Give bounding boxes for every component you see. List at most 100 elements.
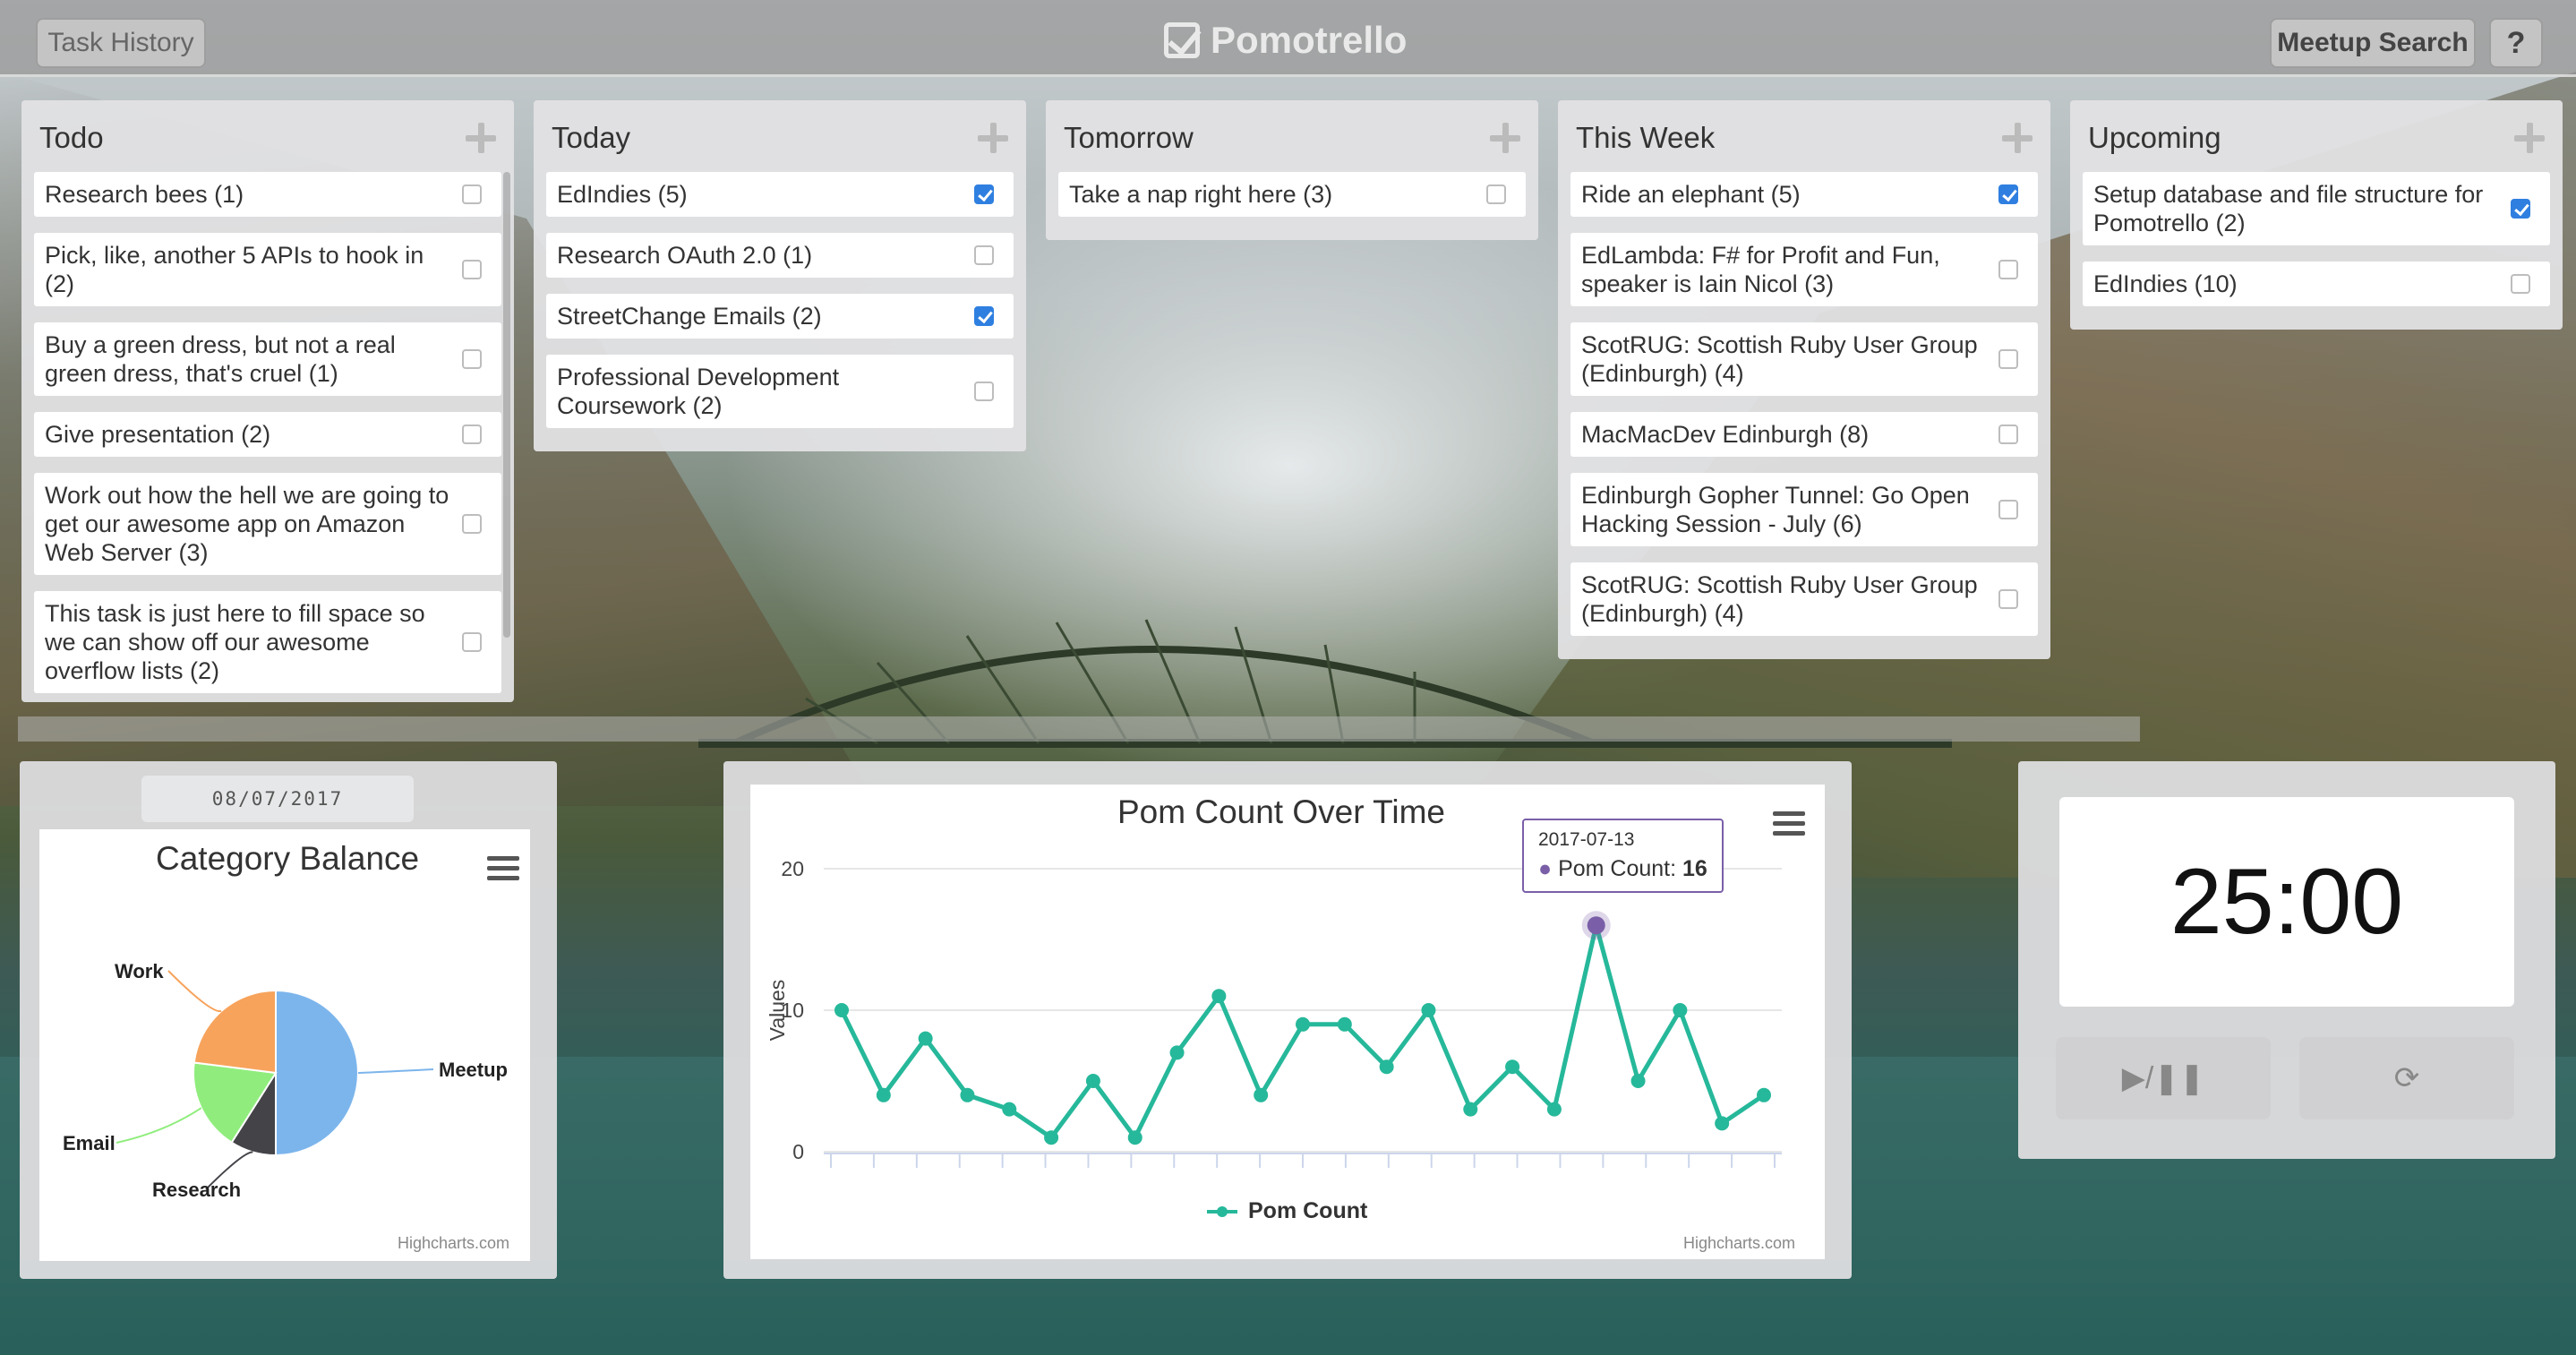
help-button[interactable]: ? xyxy=(2489,18,2543,68)
card-text: ScotRUG: Scottish Ruby User Group (Edinb… xyxy=(1581,331,1978,387)
data-point[interactable] xyxy=(1085,1074,1100,1088)
list-card[interactable]: EdLambda: F# for Profit and Fun, speaker… xyxy=(1570,233,2038,306)
card-text: This task is just here to fill space so … xyxy=(45,600,425,684)
list-card[interactable]: This task is just here to fill space so … xyxy=(34,591,501,693)
data-point[interactable] xyxy=(1715,1116,1730,1131)
chart-legend-item[interactable]: Pom Count xyxy=(1207,1198,1367,1224)
data-point[interactable] xyxy=(918,1031,933,1046)
checkbox-icon[interactable] xyxy=(1998,425,2018,444)
card-text: EdIndies (10) xyxy=(2093,270,2238,297)
timer-display: 25:00 xyxy=(2059,797,2514,1007)
list-card[interactable]: Take a nap right here (3) xyxy=(1058,172,1526,217)
chart-credit[interactable]: Highcharts.com xyxy=(1683,1234,1795,1253)
data-point[interactable] xyxy=(1127,1130,1143,1145)
list-card[interactable]: Buy a green dress, but not a real green … xyxy=(34,322,501,396)
pie-slice-meetup[interactable] xyxy=(275,989,359,1157)
list-card[interactable]: ScotRUG: Scottish Ruby User Group (Edinb… xyxy=(1570,562,2038,636)
pom-chart: Pom Count Over Time 0 10 20 Values Pom Coun… xyxy=(750,785,1825,1259)
data-point[interactable] xyxy=(1379,1059,1394,1075)
play-pause-button[interactable]: ▶/❚❚ xyxy=(2056,1037,2271,1119)
list-card[interactable]: EdIndies (10) xyxy=(2083,262,2550,306)
card-text: Buy a green dress, but not a real green … xyxy=(45,331,396,387)
meetup-search-button[interactable]: Meetup Search xyxy=(2270,18,2476,68)
pie-label: Work xyxy=(115,960,164,982)
list-card[interactable]: Setup database and file structure for Po… xyxy=(2083,172,2550,245)
list-card[interactable]: Research OAuth 2.0 (1) xyxy=(546,233,1014,278)
tooltip-label: Pom Count: xyxy=(1558,856,1683,881)
checkbox-icon[interactable] xyxy=(2511,199,2530,219)
data-point[interactable] xyxy=(1002,1102,1017,1117)
list-card[interactable]: Work out how the hell we are going to ge… xyxy=(34,473,501,575)
checkbox-icon[interactable] xyxy=(462,514,482,534)
date-picker[interactable]: 08/07/2017 xyxy=(141,776,414,822)
list-card[interactable]: Edinburgh Gopher Tunnel: Go Open Hacking… xyxy=(1570,473,2038,546)
checkbox-icon[interactable] xyxy=(2511,274,2530,294)
list-card[interactable]: Professional Development Coursework (2) xyxy=(546,355,1014,428)
add-card-plus-icon[interactable] xyxy=(2514,123,2545,153)
checkbox-icon[interactable] xyxy=(974,184,994,204)
list-card[interactable]: Give presentation (2) xyxy=(34,412,501,457)
horizontal-scrollbar[interactable] xyxy=(18,716,2140,742)
checkbox-icon[interactable] xyxy=(1998,260,2018,279)
checkbox-icon[interactable] xyxy=(1998,589,2018,609)
data-point[interactable] xyxy=(1673,1003,1688,1017)
checkbox-icon[interactable] xyxy=(462,349,482,369)
checkbox-icon[interactable] xyxy=(1998,500,2018,519)
list-card[interactable]: MacMacDev Edinburgh (8) xyxy=(1570,412,2038,457)
brand-name: Pomotrello xyxy=(1211,19,1408,61)
add-card-plus-icon[interactable] xyxy=(1490,123,1520,153)
add-card-plus-icon[interactable] xyxy=(2002,123,2033,153)
checkbox-icon[interactable] xyxy=(1486,184,1506,204)
card-text: MacMacDev Edinburgh (8) xyxy=(1581,421,1870,448)
data-point[interactable] xyxy=(1587,916,1605,935)
data-point[interactable] xyxy=(1505,1059,1520,1075)
add-card-plus-icon[interactable] xyxy=(978,123,1008,153)
checkbox-icon[interactable] xyxy=(974,245,994,265)
data-point[interactable] xyxy=(1044,1130,1059,1145)
data-point[interactable] xyxy=(1211,989,1227,1004)
card-text: Edinburgh Gopher Tunnel: Go Open Hacking… xyxy=(1581,482,1970,537)
check-square-icon xyxy=(1164,22,1200,58)
tooltip-date: 2017-07-13 xyxy=(1538,829,1635,850)
list-card[interactable]: Ride an elephant (5) xyxy=(1570,172,2038,217)
data-point[interactable] xyxy=(1337,1016,1352,1032)
data-point[interactable] xyxy=(1630,1074,1646,1088)
pie-connector xyxy=(116,1107,202,1144)
card-text: Professional Development Coursework (2) xyxy=(557,364,840,419)
data-point[interactable] xyxy=(1254,1087,1269,1102)
list-card[interactable]: Pick, like, another 5 APIs to hook in (2… xyxy=(34,233,501,306)
data-point[interactable] xyxy=(1546,1102,1562,1117)
data-point[interactable] xyxy=(1463,1102,1478,1117)
data-point[interactable] xyxy=(960,1087,975,1102)
list-upcoming: Upcoming Setup database and file structu… xyxy=(2070,100,2563,330)
list-card[interactable]: StreetChange Emails (2) xyxy=(546,294,1014,339)
checkbox-icon[interactable] xyxy=(974,306,994,326)
data-point[interactable] xyxy=(1421,1003,1436,1017)
pie-slice-work[interactable] xyxy=(193,989,277,1075)
card-text: Pick, like, another 5 APIs to hook in (2… xyxy=(45,242,424,297)
checkbox-icon[interactable] xyxy=(462,260,482,279)
checkbox-icon[interactable] xyxy=(1998,184,2018,204)
list-card[interactable]: ScotRUG: Scottish Ruby User Group (Edinb… xyxy=(1570,322,2038,396)
list-scrollbar[interactable] xyxy=(503,172,510,638)
data-point[interactable] xyxy=(876,1087,891,1102)
checkbox-icon[interactable] xyxy=(462,632,482,652)
checkbox-icon[interactable] xyxy=(462,425,482,444)
checkbox-icon[interactable] xyxy=(974,382,994,401)
data-point[interactable] xyxy=(1296,1016,1310,1032)
checkbox-icon[interactable] xyxy=(462,184,482,204)
list-this-week: This Week Ride an elephant (5) EdLambda:… xyxy=(1558,100,2050,659)
checkbox-icon[interactable] xyxy=(1998,349,2018,369)
list-card[interactable]: Research bees (1) xyxy=(34,172,501,217)
task-history-button[interactable]: Task History xyxy=(36,18,206,68)
data-point[interactable] xyxy=(834,1003,849,1017)
chart-credit[interactable]: Highcharts.com xyxy=(398,1234,509,1253)
data-point[interactable] xyxy=(1169,1045,1185,1060)
add-card-plus-icon[interactable] xyxy=(466,123,496,153)
data-point[interactable] xyxy=(1757,1087,1771,1102)
reset-button[interactable]: ⟳ xyxy=(2299,1037,2514,1119)
list-card[interactable]: EdIndies (5) xyxy=(546,172,1014,217)
chart-tooltip: 2017-07-13 ● Pom Count: 16 xyxy=(1522,819,1724,893)
tooltip-value: 16 xyxy=(1682,856,1707,881)
list-todo: Todo Research bees (1) Pick, like, anoth… xyxy=(21,100,514,702)
